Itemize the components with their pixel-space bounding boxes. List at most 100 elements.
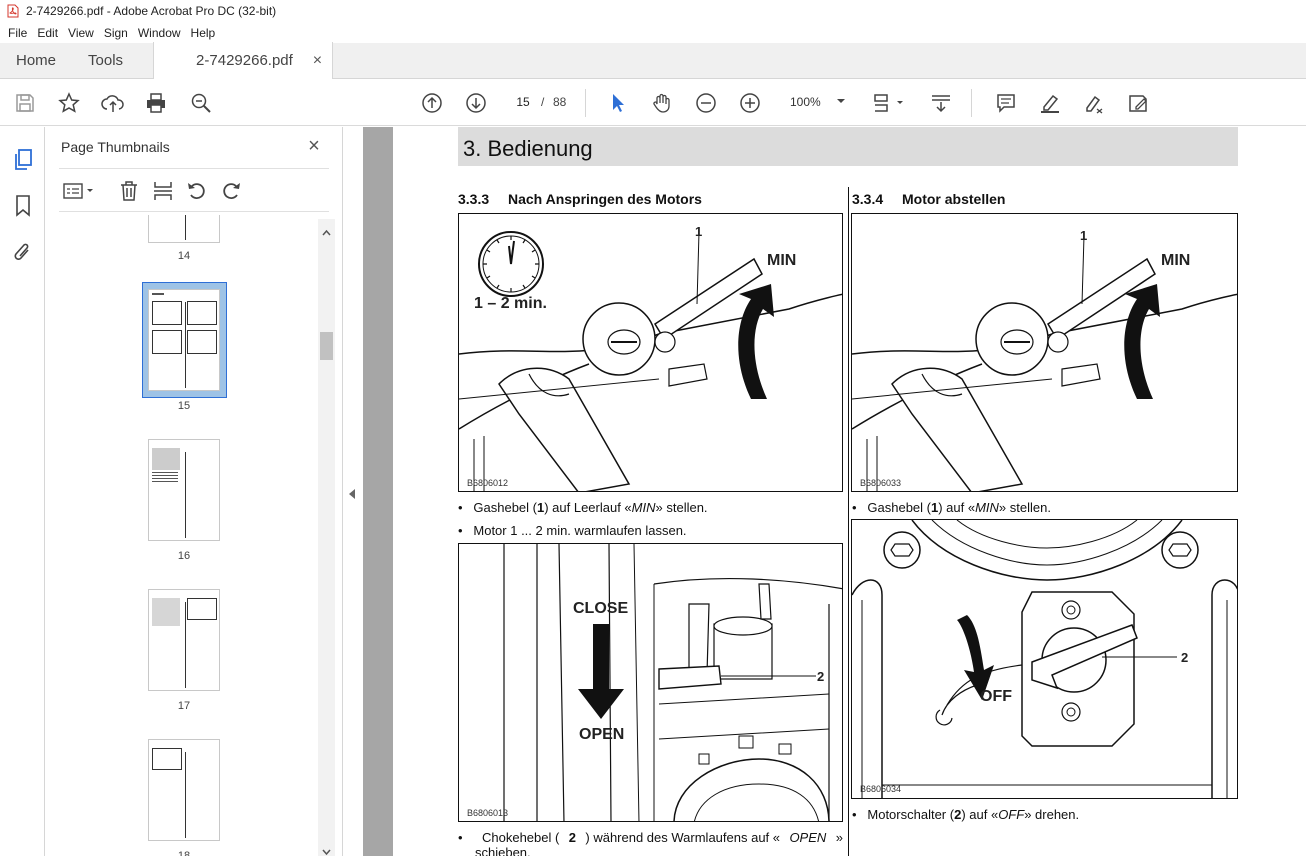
print-icon[interactable] xyxy=(144,91,168,115)
menu-window[interactable]: Window xyxy=(134,26,187,40)
bullet-dot: • xyxy=(458,830,463,845)
bullet-italic: OPEN xyxy=(789,830,827,845)
thumbnail-page-selected[interactable] xyxy=(148,289,220,391)
zoom-value: 100% xyxy=(790,95,821,109)
page-number-input[interactable]: 15 xyxy=(508,91,538,113)
menu-view[interactable]: View xyxy=(64,26,100,40)
callout-2: 2 xyxy=(1181,650,1189,665)
bullet-throttle-min: • Gashebel (1) auf «MIN» stellen. xyxy=(852,500,1051,515)
figure-throttle-warmup: 1 MIN 1 – 2 min. B6806012 xyxy=(458,213,843,492)
label-close: CLOSE xyxy=(573,600,629,617)
draw-pen-icon[interactable] xyxy=(1082,91,1106,115)
cursor-arrow-icon[interactable] xyxy=(606,91,630,115)
thumbnail-page[interactable] xyxy=(148,739,220,841)
bookmark-icon[interactable] xyxy=(11,194,35,218)
thumbnail-page[interactable] xyxy=(148,589,220,691)
figure-code: B6806013 xyxy=(467,808,509,818)
options-menu-icon[interactable] xyxy=(61,179,97,203)
bullet-engine-switch: • Motorschalter (2) auf «OFF» drehen. xyxy=(852,807,1080,822)
scroll-down-icon[interactable] xyxy=(322,843,331,861)
tab-document[interactable]: 2-7429266.pdf × xyxy=(153,42,334,79)
scroll-thumb[interactable] xyxy=(320,332,333,360)
collapse-gutter[interactable] xyxy=(343,127,363,856)
menu-edit[interactable]: Edit xyxy=(33,26,64,40)
bullet-italic: OFF xyxy=(998,807,1025,822)
upload-icon[interactable] xyxy=(101,91,125,115)
thumbnails-panel: Page Thumbnails × 14 15 16 17 18 xyxy=(45,127,343,856)
hand-tool-icon[interactable] xyxy=(650,91,674,115)
collapse-panel-icon[interactable] xyxy=(348,487,356,505)
menu-sign[interactable]: Sign xyxy=(100,26,134,40)
find-zoom-icon[interactable] xyxy=(189,91,213,115)
label-min: MIN xyxy=(1161,252,1191,269)
section-title-right: Motor abstellen xyxy=(902,191,1006,207)
bullet-text: Motorschalter ( xyxy=(867,807,955,822)
bullet-text: » xyxy=(835,830,843,845)
bullet-throttle-idle: • Gashebel (1) auf Leerlauf «MIN» stelle… xyxy=(458,500,708,515)
bullet-bold: 2 xyxy=(568,830,576,845)
bullet-text: Chokehebel ( xyxy=(481,830,560,845)
bullet-warmup: • Motor 1 ... 2 min. warmlaufen lassen. xyxy=(458,523,687,538)
panel-title: Page Thumbnails xyxy=(61,139,170,155)
thumbnail-label: 18 xyxy=(177,850,191,856)
arrow-up-circle-icon[interactable] xyxy=(420,91,444,115)
star-icon[interactable] xyxy=(57,91,81,115)
callout-2: 2 xyxy=(817,669,825,684)
menu-help[interactable]: Help xyxy=(187,26,222,40)
insert-page-icon[interactable] xyxy=(151,179,175,203)
tab-tools[interactable]: Tools xyxy=(72,42,139,78)
toolbar-divider xyxy=(585,89,586,117)
delete-page-icon[interactable] xyxy=(117,179,141,203)
bullet-italic: MIN xyxy=(975,500,999,515)
bullet-text: Motor 1 ... 2 min. warmlaufen lassen. xyxy=(473,523,687,538)
highlight-pen-icon[interactable] xyxy=(1038,91,1062,115)
page-thumbnails-icon[interactable] xyxy=(11,148,35,172)
scroll-up-icon[interactable] xyxy=(322,223,331,241)
bullet-text-line2: schieben. xyxy=(475,845,531,856)
zoom-select[interactable]: 100% xyxy=(784,91,854,113)
thumbnail-label: 16 xyxy=(177,550,191,562)
thumbnail-scrollbar[interactable] xyxy=(318,219,335,856)
choke-illustration xyxy=(503,544,842,821)
rotate-left-icon[interactable] xyxy=(185,179,209,203)
bullet-text: Gashebel ( xyxy=(473,500,537,515)
bullet-text: ) während des Warmlaufens auf « xyxy=(585,830,781,845)
zoom-in-icon[interactable] xyxy=(738,91,762,115)
thumbnail-page[interactable] xyxy=(148,439,220,541)
tab-home[interactable]: Home xyxy=(0,42,72,78)
section-title-left: Nach Anspringen des Motors xyxy=(508,191,702,207)
bullet-text: ) auf « xyxy=(961,807,999,822)
document-viewer[interactable]: 3. Bedienung 3.3.3 Nach Anspringen des M… xyxy=(363,127,1306,856)
label-open: OPEN xyxy=(579,726,625,743)
thumbnail-label: 14 xyxy=(177,250,191,262)
thumbnail-page[interactable] xyxy=(148,215,220,243)
menu-bar: File Edit View Sign Window Help xyxy=(0,22,1306,43)
bullet-choke: • Chokehebel ( 2 ) während des Warmlaufens… xyxy=(458,830,843,856)
pdf-page: 3. Bedienung 3.3.3 Nach Anspringen des M… xyxy=(393,127,1306,856)
bullet-text: ) auf Leerlauf « xyxy=(544,500,632,515)
page-heading-bar: 3. Bedienung xyxy=(458,127,1238,166)
chevron-down-icon xyxy=(836,95,846,109)
bullet-text: ) auf « xyxy=(938,500,976,515)
thumbnail-label: 15 xyxy=(177,400,191,412)
fill-sign-icon[interactable] xyxy=(1126,91,1150,115)
main-toolbar xyxy=(0,80,1306,126)
figure-throttle-min: 1 MIN B6806033 xyxy=(851,213,1238,492)
bullet-text: » stellen. xyxy=(655,500,708,515)
comment-icon[interactable] xyxy=(994,91,1018,115)
tab-close-icon[interactable]: × xyxy=(313,52,322,70)
arrow-down-circle-icon[interactable] xyxy=(464,91,488,115)
zoom-out-icon[interactable] xyxy=(694,91,718,115)
rotate-right-icon[interactable] xyxy=(219,179,243,203)
section-number-left: 3.3.3 xyxy=(458,191,490,207)
fit-page-icon[interactable] xyxy=(872,91,906,115)
figure-code: B6806012 xyxy=(467,478,509,488)
toolbar-divider xyxy=(971,89,972,117)
bullet-text: Gashebel ( xyxy=(867,500,931,515)
scroll-mode-icon[interactable] xyxy=(929,91,953,115)
attachment-icon[interactable] xyxy=(11,240,35,264)
save-icon[interactable] xyxy=(13,91,37,115)
close-icon[interactable]: × xyxy=(303,135,325,157)
title-bar: 2-7429266.pdf - Adobe Acrobat Pro DC (32… xyxy=(0,0,1306,22)
menu-file[interactable]: File xyxy=(4,26,33,40)
